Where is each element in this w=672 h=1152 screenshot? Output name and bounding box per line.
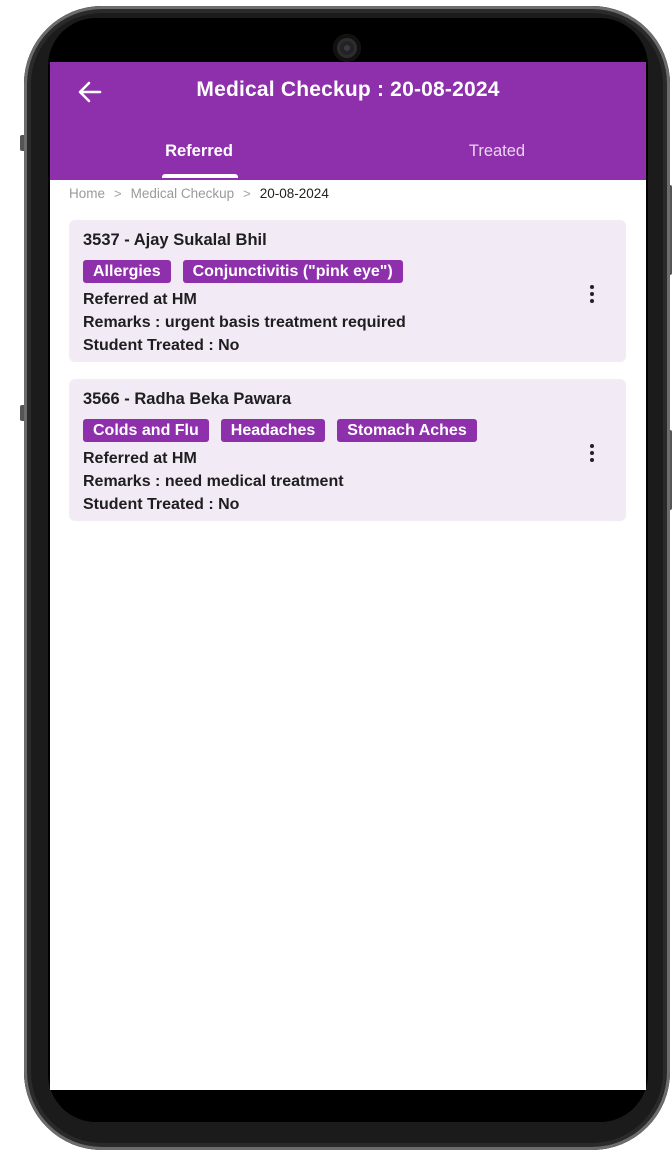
condition-tag: Colds and Flu	[83, 419, 209, 442]
page-title: Medical Checkup : 20-08-2024	[196, 78, 500, 101]
student-card[interactable]: 3566 - Radha Beka Pawara Colds and Flu H…	[69, 379, 626, 521]
app-bar: Medical Checkup : 20-08-2024 Referred Tr…	[50, 62, 646, 180]
condition-tag: Stomach Aches	[337, 419, 477, 442]
front-camera-icon	[333, 34, 361, 62]
student-name: 3537 - Ajay Sukalal Bhil	[83, 231, 267, 249]
back-button[interactable]	[72, 76, 108, 108]
condition-tags: Colds and Flu Headaches Stomach Aches	[83, 419, 612, 442]
tab-label: Referred	[165, 142, 233, 160]
tab-label: Treated	[468, 142, 526, 160]
condition-tags: Allergies Conjunctivitis ("pink eye")	[83, 260, 612, 283]
remarks: Remarks : urgent basis treatment require…	[83, 314, 406, 331]
tab-bar: Referred Treated	[50, 138, 646, 180]
remarks: Remarks : need medical treatment	[83, 473, 344, 490]
chevron-right-icon: >	[243, 186, 251, 201]
active-tab-indicator	[162, 174, 238, 178]
condition-tag: Allergies	[83, 260, 171, 283]
student-card[interactable]: 3537 - Ajay Sukalal Bhil Allergies Conju…	[69, 220, 626, 362]
more-vertical-icon[interactable]	[582, 441, 602, 465]
condition-tag: Headaches	[220, 419, 326, 442]
student-treated: Student Treated : No	[83, 337, 240, 354]
referred-at: Referred at HM	[83, 291, 197, 308]
tab-referred[interactable]: Referred	[50, 138, 348, 180]
student-treated: Student Treated : No	[83, 496, 240, 513]
student-name: 3566 - Radha Beka Pawara	[83, 390, 292, 408]
breadcrumb-current: 20-08-2024	[259, 186, 329, 201]
app-screen: Medical Checkup : 20-08-2024 Referred Tr…	[50, 62, 646, 1090]
more-vertical-icon[interactable]	[582, 282, 602, 306]
breadcrumb-medical-checkup[interactable]: Medical Checkup	[131, 186, 235, 201]
tab-treated[interactable]: Treated	[348, 138, 646, 180]
referred-at: Referred at HM	[83, 450, 197, 467]
breadcrumb-home[interactable]: Home	[69, 186, 105, 201]
arrow-left-icon	[78, 81, 102, 103]
breadcrumb: Home > Medical Checkup > 20-08-2024	[69, 186, 329, 201]
condition-tag: Conjunctivitis ("pink eye")	[182, 260, 403, 283]
chevron-right-icon: >	[114, 186, 122, 201]
